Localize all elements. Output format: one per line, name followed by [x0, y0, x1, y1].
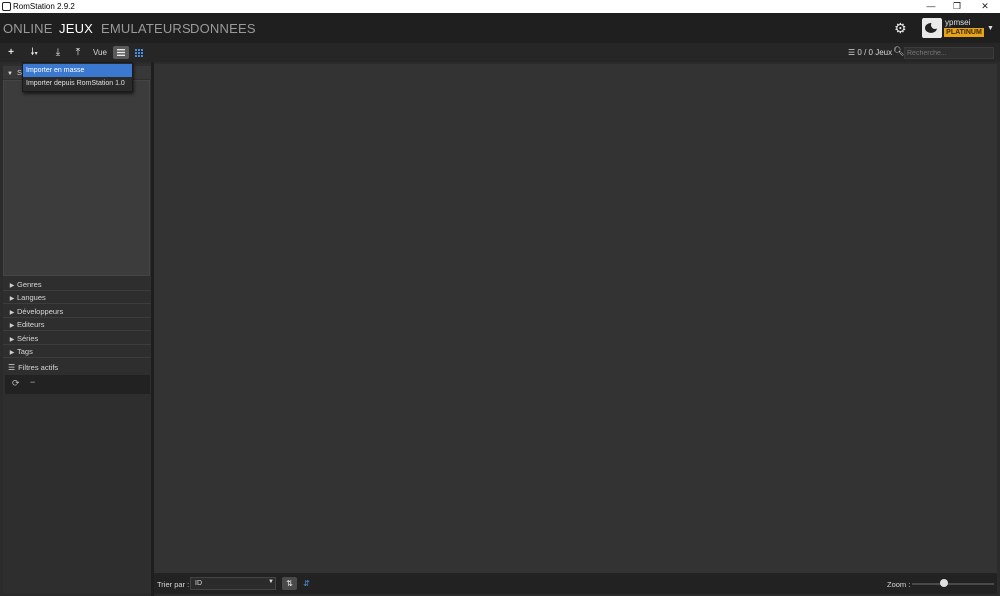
tab-emulateurs[interactable]: EMULATEURS	[101, 21, 191, 36]
tab-donnees[interactable]: DONNEES	[190, 21, 256, 36]
download-icon[interactable]: ⤓	[52, 46, 64, 59]
filter-label: Genres	[17, 280, 42, 289]
refresh-icon[interactable]: ⟳	[12, 378, 20, 389]
filter-langues[interactable]: ▶ Langues	[3, 291, 151, 304]
list-icon: ☰	[8, 363, 16, 372]
expand-arrow-icon: ▶	[9, 350, 15, 356]
zoom-slider-track[interactable]	[912, 583, 994, 585]
upload-icon[interactable]: ⤒	[72, 46, 84, 59]
close-button[interactable]: ✕	[972, 0, 998, 13]
maximize-button[interactable]: ❐	[944, 0, 970, 13]
game-count-text: 0 / 0 Jeux	[857, 48, 893, 57]
grid-view-icon[interactable]	[131, 46, 147, 59]
sort-ascending-icon[interactable]: ⇅	[282, 577, 297, 590]
collapse-arrow-icon: ▼	[7, 71, 13, 77]
filter-label: Développeurs	[17, 307, 64, 316]
filter-genres[interactable]: ▶ Genres	[3, 278, 151, 291]
import-menu: Importer en masse Importer depuis RomSta…	[22, 62, 133, 92]
filter-editeurs[interactable]: ▶ Editeurs	[3, 318, 151, 331]
system-tree[interactable]	[3, 80, 150, 276]
view-label: Vue	[93, 48, 107, 57]
menu-item-import-romstation1[interactable]: Importer depuis RomStation 1.0	[23, 77, 132, 90]
active-filters-panel: ⟳ −	[5, 375, 150, 394]
active-filters-header: ☰ Filtres actifs	[3, 361, 151, 375]
minimize-button[interactable]: —	[918, 0, 944, 13]
remove-icon[interactable]: −	[30, 377, 35, 387]
database-icon: ☰	[848, 48, 858, 57]
filter-label: Editeurs	[17, 320, 45, 329]
filter-label: Séries	[17, 334, 39, 343]
game-count: ☰ 0 / 0 Jeux	[848, 48, 892, 57]
app-icon	[2, 2, 11, 11]
zoom-label: Zoom :	[887, 580, 911, 589]
filter-series[interactable]: ▶ Séries	[3, 332, 151, 345]
add-game-plus-icon[interactable]: +	[5, 46, 17, 59]
games-list-area[interactable]	[154, 64, 997, 573]
menu-item-import-bulk[interactable]: Importer en masse	[23, 64, 132, 77]
sort-select[interactable]: ID	[190, 577, 276, 590]
active-filters-label: Filtres actifs	[18, 363, 59, 372]
main-nav: ONLINE JEUX EMULATEURS DONNEES ⚙ ypmsei …	[0, 13, 1000, 43]
search-icon: 🔍︎	[893, 46, 905, 56]
window-titlebar: RomStation 2.9.2 — ❐ ✕	[0, 0, 1000, 13]
tier-badge: PLATINUM	[944, 28, 984, 37]
search-input[interactable]	[904, 47, 994, 59]
user-avatar[interactable]	[922, 18, 942, 38]
tab-online[interactable]: ONLINE	[3, 21, 53, 36]
filter-label: Tags	[17, 347, 33, 356]
user-menu-caret-icon[interactable]: ▼	[987, 25, 994, 32]
username[interactable]: ypmsei	[945, 18, 970, 27]
window-title: RomStation 2.9.2	[13, 2, 75, 11]
list-view-icon[interactable]	[113, 46, 129, 59]
tab-jeux[interactable]: JEUX	[59, 21, 93, 36]
toolbar: + 🠗▾ ⤓ ⤒ Vue ☰ 0 / 0 Jeux 🔍︎	[0, 43, 1000, 62]
sort-caret-icon[interactable]: ▼	[268, 579, 274, 585]
import-dropdown-arrow-icon[interactable]: 🠗▾	[24, 46, 44, 59]
filter-developpeurs[interactable]: ▶ Développeurs	[3, 305, 151, 318]
bottom-bar	[154, 573, 997, 594]
sort-descending-icon[interactable]: ⇵	[299, 577, 314, 590]
filter-tags[interactable]: ▶ Tags	[3, 345, 151, 358]
sort-label: Trier par :	[157, 580, 190, 589]
settings-gear-icon[interactable]: ⚙	[894, 21, 908, 35]
filter-label: Langues	[17, 293, 46, 302]
